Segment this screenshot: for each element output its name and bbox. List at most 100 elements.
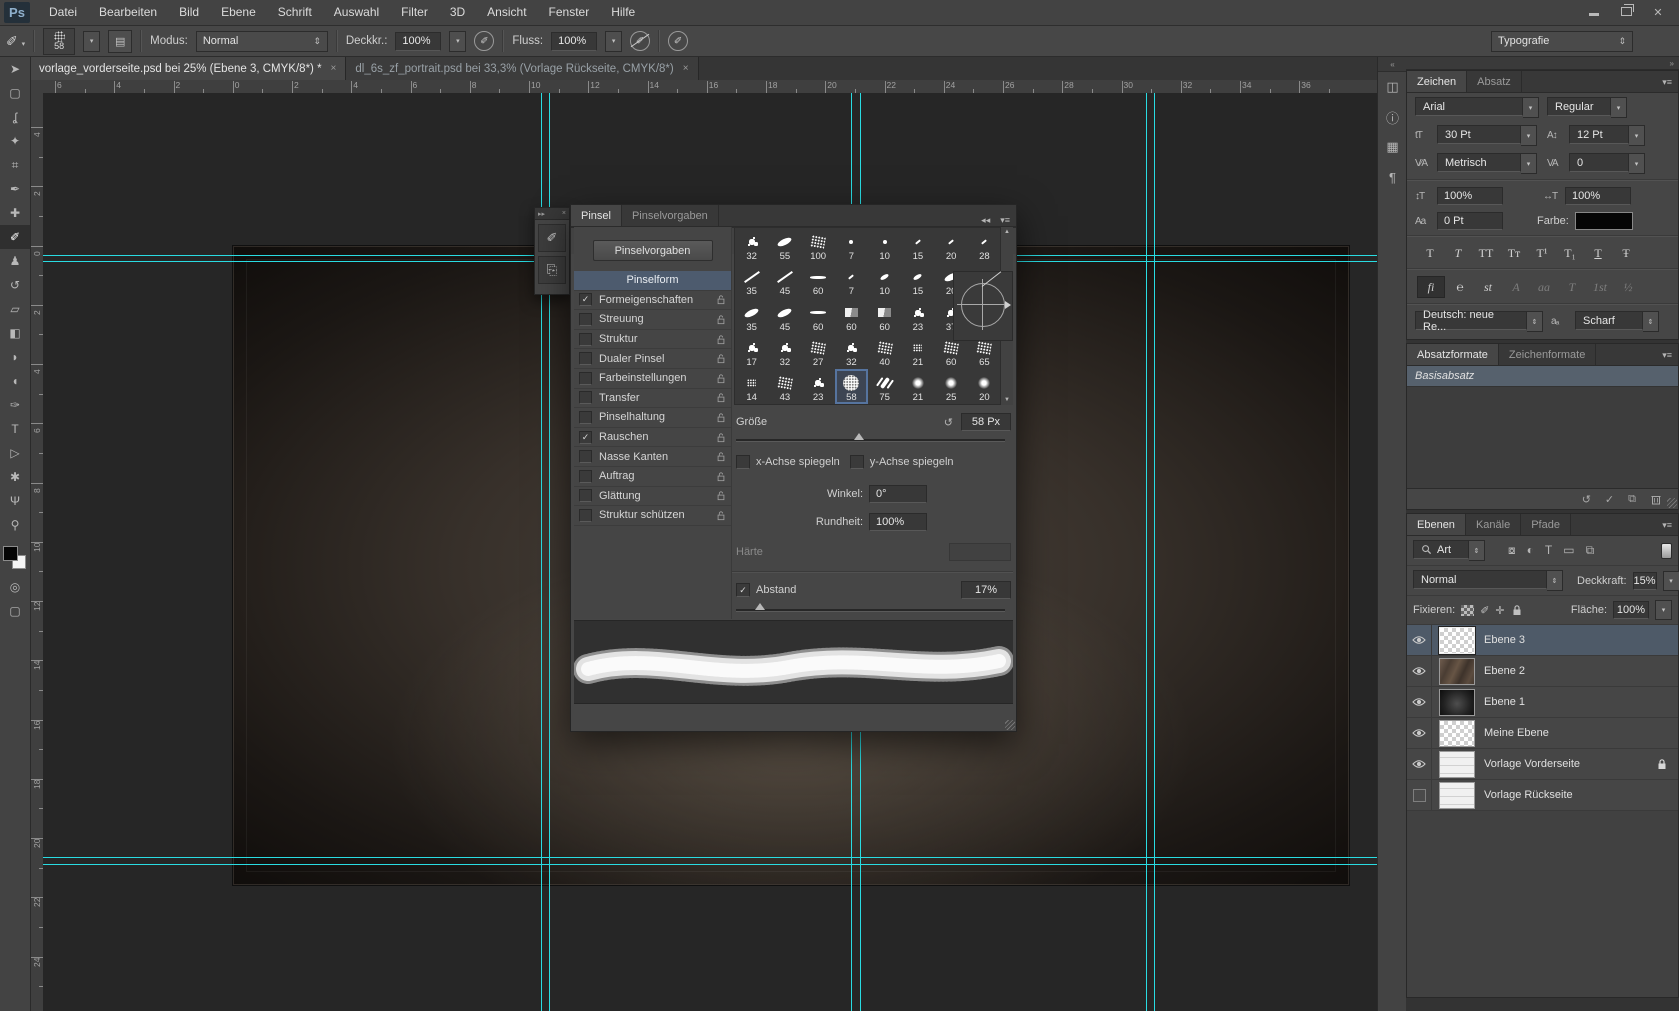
vertical-ruler[interactable]: 42024681012141618202224 [30,93,44,1011]
brush-section-row[interactable]: ✓Rauschen [574,428,731,448]
hand-tool[interactable]: Ψ [0,489,30,513]
brush-tip-17[interactable]: 17 [735,334,768,369]
section-lock-icon[interactable] [716,470,726,482]
brush-panel-icon[interactable]: ✐ [538,224,566,252]
size-reset-icon[interactable]: ↺ [944,416,953,429]
layer-visibility-eye-icon[interactable] [1407,656,1432,686]
menu-item-hilfe[interactable]: Hilfe [600,0,646,25]
section-checkbox[interactable]: ✓ [579,293,592,306]
brush-tip-15[interactable]: 15 [901,228,934,263]
layer-thumbnail[interactable] [1439,658,1475,685]
layer-filter-select[interactable]: Art ⇕ [1413,540,1485,561]
layer-filter-toggle[interactable] [1661,543,1672,559]
brush-tip-7[interactable]: 7 [835,228,868,263]
style-strikethrough-button[interactable]: Ŧ [1613,243,1639,263]
leading-select[interactable]: 12 Pt▾ [1569,125,1645,146]
section-checkbox[interactable] [579,470,592,483]
brush-tip-40[interactable]: 40 [868,334,901,369]
horizontal-guide[interactable] [43,864,1377,865]
brush-tip-20[interactable]: 20 [935,228,968,263]
opentype-titling-alternates-button[interactable]: aa [1531,277,1557,297]
menu-item-filter[interactable]: Filter [390,0,439,25]
brush-tip-21[interactable]: 21 [901,369,934,404]
layer-thumbnail[interactable] [1439,627,1475,654]
brush-section-row[interactable]: Struktur [574,330,731,350]
paragraph-style-item[interactable]: Basisabsatz [1407,366,1678,387]
size-value[interactable]: 58 Px [961,413,1011,431]
filter-type-layers-icon[interactable]: T [1545,543,1552,558]
brush-panel-tab-pinselvorgaben[interactable]: Pinselvorgaben [622,205,719,226]
brush-preset-arrow[interactable]: ▾ [83,31,100,52]
strip-expand-chevron[interactable]: « [1378,57,1407,72]
brush-tip-7[interactable]: 7 [835,263,868,298]
foreground-color-swatch[interactable] [3,546,18,561]
brush-tip-14[interactable]: 14 [735,369,768,404]
flip-y-checkbox[interactable] [850,455,864,469]
style-superscript-button[interactable]: T¹ [1529,243,1555,263]
blur-tool[interactable]: ◗ [0,345,30,369]
menu-item-fenster[interactable]: Fenster [538,0,601,25]
brush-tip-58[interactable]: 58 [835,369,868,404]
opentype-ornaments-button[interactable]: T [1559,277,1585,297]
section-lock-icon[interactable] [716,333,726,345]
menu-item-ebene[interactable]: Ebene [210,0,267,25]
layer-fill-value[interactable]: 100% [1613,601,1649,619]
lock-pixels-icon[interactable]: ✐ [1480,604,1489,617]
current-tool-brush-icon[interactable]: ✐ ▾ [6,33,25,50]
section-checkbox[interactable] [579,372,592,385]
brush-section-row[interactable]: Pinselhaltung [574,408,731,428]
zoom-tool[interactable]: ⚲ [0,513,30,537]
layer-opacity-value[interactable]: 15% [1633,572,1657,590]
brush-preset-picker[interactable]: 58 [43,28,75,55]
character-panel-menu-icon[interactable]: ▾≡ [1656,77,1678,92]
vertical-guide[interactable] [1146,93,1147,1011]
menu-item-auswahl[interactable]: Auswahl [323,0,390,25]
layer-row[interactable]: Vorlage Rückseite [1407,780,1678,811]
properties-panel-icon[interactable]: ◫ [1378,72,1407,102]
anti-alias-select[interactable]: Scharf⇕ [1575,311,1659,332]
abstand-value[interactable]: 17% [961,581,1011,599]
brush-tip-28[interactable]: 28 [968,228,1001,263]
section-checkbox[interactable] [579,489,592,502]
scroll-down-icon[interactable]: ▼ [1001,395,1013,405]
style-subscript-button[interactable]: T₁ [1557,243,1583,263]
styles-panel-icon[interactable]: ¶ [1378,162,1407,192]
layer-opacity-arrow[interactable]: ▾ [1663,571,1679,591]
tab-kanale[interactable]: Kanäle [1466,514,1521,535]
scroll-up-icon[interactable]: ▲ [1001,227,1013,237]
menu-item-bearbeiten[interactable]: Bearbeiten [88,0,168,25]
layer-visibility-eye-icon[interactable] [1407,687,1432,717]
filter-pixel-layers-icon[interactable]: ⧇ [1508,543,1516,558]
document-tab-2[interactable]: dl_6s_zf_portrait.psd bei 33,3% (Vorlage… [346,57,698,80]
brush-tip-15[interactable]: 15 [901,263,934,298]
close-button[interactable]: ✕ [1651,6,1665,19]
opentype-contextual-alternates-button[interactable]: ℮ [1447,277,1473,297]
brush-tip-45[interactable]: 45 [768,298,801,333]
filter-adjustment-layers-icon[interactable]: ◐ [1527,543,1534,558]
brush-tip-23[interactable]: 23 [802,369,835,404]
brush-tip-10[interactable]: 10 [868,263,901,298]
angle-roundness-control[interactable] [953,271,1013,341]
section-checkbox[interactable] [579,509,592,522]
paragraph-styles-menu-icon[interactable]: ▾≡ [1656,350,1678,365]
winkel-value[interactable]: 0° [869,485,927,503]
menu-item-datei[interactable]: Datei [38,0,88,25]
path-selection-tool[interactable]: ▷ [0,441,30,465]
layer-fill-arrow[interactable]: ▾ [1655,600,1672,620]
section-lock-icon[interactable] [716,431,726,443]
style-small-caps-button[interactable]: Tᴛ [1501,243,1527,263]
opentype-fractions-button[interactable]: ½ [1615,277,1641,297]
layer-row[interactable]: Ebene 3 [1407,625,1678,656]
horizontal-ruler[interactable]: 642024681012141618202224262830323436 [43,80,1386,94]
section-lock-icon[interactable] [716,451,726,463]
clone-source-panel-icon[interactable]: ⎘ [538,256,566,284]
trash-icon[interactable] [1650,493,1662,505]
font-style-select[interactable]: Regular▾ [1547,97,1627,118]
layer-visibility-eye-icon[interactable] [1407,718,1432,748]
healing-brush-tool[interactable]: ✚ [0,201,30,225]
tab-close-icon[interactable]: × [331,63,337,74]
style-bold-button[interactable]: T [1417,243,1443,263]
layers-panel-menu-icon[interactable]: ▾≡ [1656,520,1678,535]
tab-pfade[interactable]: Pfade [1521,514,1571,535]
lock-all-icon[interactable] [1511,604,1523,616]
